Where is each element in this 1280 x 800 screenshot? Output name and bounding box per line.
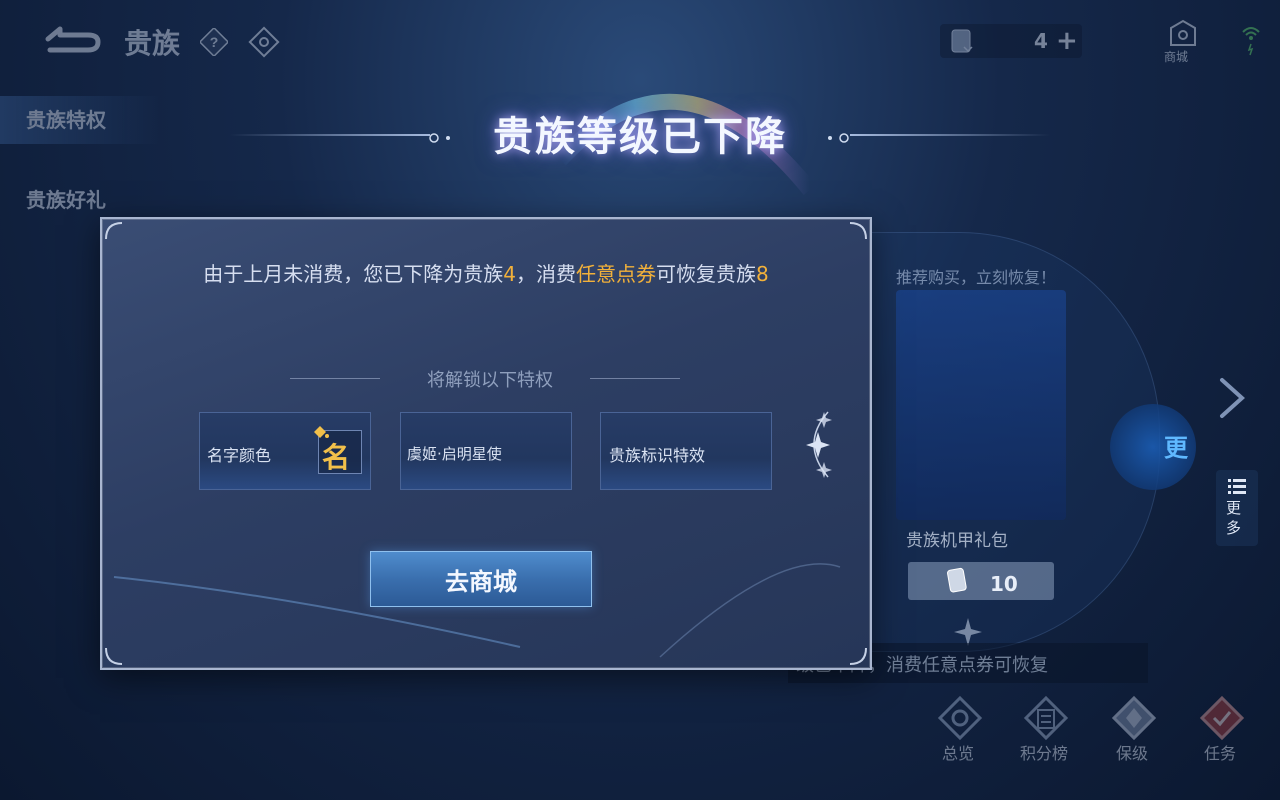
headline-divider-right — [850, 134, 1050, 136]
go-to-shop-button[interactable]: 去商城 — [370, 551, 592, 607]
dialog-headline: 贵族等级已下降 — [493, 113, 787, 160]
more-list-label: 更多 — [1226, 499, 1242, 537]
headline-divider-left — [230, 134, 430, 136]
wifi-icon — [1240, 22, 1262, 58]
privilege-label: 虞姬·启明星使 — [407, 445, 502, 463]
voucher-icon — [946, 566, 970, 596]
message-text: ，消费 — [516, 262, 576, 286]
dialog-message: 由于上月未消费，您已下降为贵族4，消费任意点券可恢复贵族8 — [160, 258, 812, 290]
target-level: 8 — [756, 262, 769, 286]
name-glyph: 名 — [322, 441, 351, 474]
unlock-divider-right — [590, 378, 680, 379]
retain-level-icon — [1110, 694, 1158, 742]
notch-sparkle-icon — [802, 410, 834, 480]
gift-pack-price: 10 — [990, 572, 1018, 596]
voucher-icon — [948, 27, 976, 55]
nav-label: 任务 — [1204, 744, 1237, 763]
sidebar-item-label: 贵族好礼 — [26, 188, 106, 212]
back-arrow-icon[interactable] — [40, 22, 104, 56]
highlight-term: 任意点券 — [576, 262, 656, 286]
target-icon[interactable] — [248, 26, 280, 58]
privilege-label: 贵族标识特效 — [609, 446, 706, 465]
nav-item-overview[interactable]: 总览 — [934, 694, 986, 774]
svg-text:?: ? — [210, 34, 219, 50]
list-icon — [1228, 478, 1246, 494]
chevron-right-icon[interactable] — [1214, 376, 1248, 420]
sidebar-item-label: 贵族特权 — [26, 108, 106, 132]
buy-price-button[interactable] — [908, 562, 1054, 600]
message-text: 由于上月未消费，您已下降为贵族 — [203, 262, 504, 286]
help-icon[interactable]: ? — [198, 26, 230, 58]
current-level: 4 — [503, 262, 516, 286]
nav-item-task[interactable]: 任务 — [1194, 694, 1250, 774]
nav-label: 保级 — [1116, 744, 1149, 763]
privilege-card-skin[interactable]: 虞姬·启明星使 — [400, 412, 572, 490]
overview-icon — [936, 694, 984, 742]
privilege-label: 名字颜色 — [207, 446, 272, 465]
divider-ornament-right — [826, 129, 850, 143]
nav-label: 总览 — [942, 744, 975, 763]
message-text: 可恢复贵族 — [656, 262, 756, 286]
task-icon — [1198, 694, 1246, 742]
recommend-text: 推荐购买，立刻恢复！ — [896, 268, 1057, 287]
page-title: 贵族 — [124, 27, 181, 60]
unlock-heading: 将解锁以下特权 — [427, 370, 553, 391]
unlock-divider-left — [290, 378, 380, 379]
more-circle-text: 更 — [1164, 434, 1188, 462]
add-currency-icon[interactable]: + — [1056, 28, 1082, 54]
gift-pack-label: 贵族机甲礼包 — [906, 531, 1008, 551]
privilege-card-badge-effect[interactable]: 贵族标识特效 — [600, 412, 772, 490]
shop-icon[interactable] — [1166, 18, 1200, 48]
sidebar-item-privileges[interactable]: 贵族特权 — [0, 96, 160, 144]
nav-label: 积分榜 — [1020, 744, 1069, 763]
nav-item-retain[interactable]: 保级 — [1106, 694, 1162, 774]
shop-label: 商城 — [1164, 50, 1189, 64]
currency-value: 4 — [1034, 29, 1048, 53]
nav-item-leaderboard[interactable]: 积分榜 — [1018, 694, 1078, 774]
gift-pack-image[interactable] — [896, 290, 1066, 520]
leaderboard-icon — [1022, 694, 1070, 742]
